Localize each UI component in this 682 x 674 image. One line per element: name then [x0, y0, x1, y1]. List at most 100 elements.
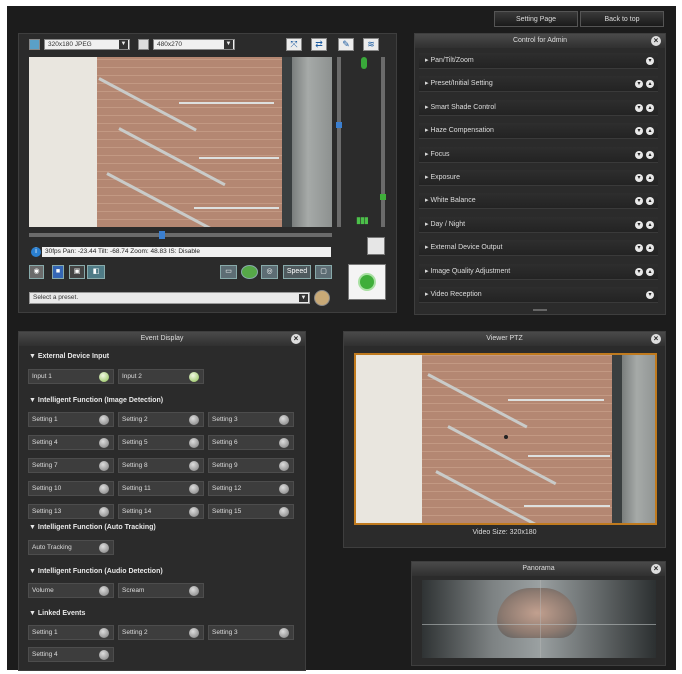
section-linked-events[interactable]: ▼ Linked Events [29, 610, 85, 617]
section-image-detection[interactable]: ▼ Intelligent Function (Image Detection) [29, 397, 163, 404]
pen-icon[interactable]: ✎ [338, 38, 354, 51]
close-icon[interactable]: × [651, 36, 661, 46]
image-detection-setting-14[interactable]: Setting 14 [118, 504, 204, 519]
size-select[interactable]: 480x270 ▼ [153, 39, 235, 50]
image-detection-setting-6[interactable]: Setting 6 [208, 435, 294, 450]
expand-icon[interactable]: ▾ [635, 127, 643, 136]
pin-icon[interactable]: ▴ [646, 103, 654, 112]
zoom-slider[interactable] [380, 57, 386, 227]
close-icon[interactable]: × [651, 334, 661, 344]
expand-icon[interactable]: ▾ [635, 174, 643, 182]
control-panel-title: Control for Admin [415, 34, 665, 48]
control-item-external-device-output[interactable]: ▸ External Device Output ▴ ▾ [419, 240, 658, 257]
external-input-2[interactable]: Input 2 [118, 369, 204, 384]
control-item-smart-shade-control[interactable]: ▸ Smart Shade Control ▴ ▾ [419, 99, 658, 116]
linked-event-setting-4[interactable]: Setting 4 [28, 647, 114, 662]
control-item-white-balance[interactable]: ▸ White Balance ▴ ▾ [419, 193, 658, 210]
swap-icon[interactable]: ⇄ [311, 38, 327, 51]
control-item-video-reception[interactable]: ▸ Video Reception ▾ [419, 287, 658, 303]
image-detection-setting-4[interactable]: Setting 4 [28, 435, 114, 450]
image-detection-setting-9[interactable]: Setting 9 [208, 458, 294, 473]
pin-icon[interactable]: ▴ [646, 244, 654, 253]
control-item-image-quality-adjustment[interactable]: ▸ Image Quality Adjustment ▴ ▾ [419, 263, 658, 280]
monitor-icon[interactable]: ▭ [220, 265, 237, 279]
zoom-in-icon[interactable] [361, 57, 367, 69]
viewer-ptz-image[interactable] [354, 353, 657, 525]
fullscreen-icon[interactable]: ⤧ [286, 38, 302, 51]
image-detection-setting-13[interactable]: Setting 13 [28, 504, 114, 519]
section-external-device-input[interactable]: ▼ External Device Input [29, 353, 109, 360]
tilt-slider[interactable] [336, 57, 342, 227]
audio-detection-volume[interactable]: Volume [28, 583, 114, 598]
close-icon[interactable]: × [651, 564, 661, 574]
screen-icon[interactable]: ▢ [315, 265, 332, 279]
layout-icon[interactable]: ◧ [87, 265, 105, 279]
image-icon [29, 39, 40, 50]
preset-go-icon[interactable] [314, 290, 330, 306]
person-icon[interactable] [367, 237, 385, 255]
section-auto-tracking[interactable]: ▼ Intelligent Function (Auto Tracking) [29, 524, 156, 531]
resize-grip[interactable] [533, 309, 547, 311]
pin-icon[interactable]: ▴ [646, 127, 654, 136]
linked-event-setting-3[interactable]: Setting 3 [208, 625, 294, 640]
home-position-icon[interactable] [348, 264, 386, 300]
image-detection-setting-11[interactable]: Setting 11 [118, 481, 204, 496]
horizontal-slider[interactable] [29, 231, 332, 239]
speed-button[interactable]: Speed [283, 265, 311, 279]
panorama-image[interactable] [422, 580, 656, 658]
resolution-select[interactable]: 320x180 JPEG ▼ [44, 39, 130, 50]
linked-event-setting-2[interactable]: Setting 2 [118, 625, 204, 640]
record-icon[interactable]: ▣ [69, 265, 85, 279]
external-input-1[interactable]: Input 1 [28, 369, 114, 384]
control-item-label: ▸ Smart Shade Control [425, 103, 496, 111]
control-item-day-night[interactable]: ▸ Day / Night ▴ ▾ [419, 216, 658, 233]
back-to-top-button[interactable]: Back to top [580, 11, 664, 27]
pin-icon[interactable]: ▴ [646, 267, 654, 276]
slider-handle[interactable] [159, 231, 165, 239]
image-detection-setting-1[interactable]: Setting 1 [28, 412, 114, 427]
layers-icon[interactable]: ≋ [363, 38, 379, 51]
expand-icon[interactable]: ▾ [635, 267, 643, 276]
image-detection-setting-5[interactable]: Setting 5 [118, 435, 204, 450]
pin-icon[interactable]: ▴ [646, 80, 654, 89]
auto-tracking-button[interactable]: Auto Tracking [28, 540, 114, 555]
expand-icon[interactable]: ▾ [635, 103, 643, 112]
image-detection-setting-3[interactable]: Setting 3 [208, 412, 294, 427]
pin-icon[interactable]: ▾ [646, 57, 654, 65]
control-item-exposure[interactable]: ▸ Exposure ▴ ▾ [419, 170, 658, 186]
lock-icon[interactable]: ■ [52, 265, 64, 279]
expand-icon[interactable]: ▾ [635, 244, 643, 253]
image-detection-setting-10[interactable]: Setting 10 [28, 481, 114, 496]
pin-icon[interactable]: ▴ [646, 174, 654, 182]
collapse-icon[interactable]: ▾ [646, 291, 654, 299]
camera-icon[interactable]: ◎ [261, 265, 278, 279]
expand-icon[interactable]: ▾ [635, 80, 643, 89]
expand-icon[interactable]: ▾ [635, 150, 643, 159]
control-item-focus[interactable]: ▸ Focus ▴ ▾ [419, 146, 658, 163]
image-detection-setting-12[interactable]: Setting 12 [208, 481, 294, 496]
image-detection-setting-15[interactable]: Setting 15 [208, 504, 294, 519]
preset-select[interactable]: Select a preset. ▼ [29, 292, 310, 304]
audio-detection-scream[interactable]: Scream [118, 583, 204, 598]
setting-page-button[interactable]: Setting Page [494, 11, 578, 27]
live-camera-image[interactable] [29, 57, 332, 227]
image-detection-setting-2[interactable]: Setting 2 [118, 412, 204, 427]
pin-icon[interactable]: ▴ [646, 220, 654, 229]
pin-icon[interactable]: ▴ [646, 197, 654, 206]
section-audio-detection[interactable]: ▼ Intelligent Function (Audio Detection) [29, 568, 163, 575]
expand-icon[interactable]: ▾ [635, 197, 643, 206]
speed-icon[interactable]: ▮▮▮ [356, 215, 376, 225]
control-item-preset-initial-setting[interactable]: ▸ Preset/Initial Setting ▴ ▾ [419, 76, 658, 93]
pin-icon[interactable]: ▴ [646, 150, 654, 159]
status-indicator-icon [99, 543, 109, 553]
linked-event-setting-1[interactable]: Setting 1 [28, 625, 114, 640]
event-label: Scream [122, 587, 145, 594]
control-item-haze-compensation[interactable]: ▸ Haze Compensation ▴ ▾ [419, 123, 658, 140]
image-detection-setting-8[interactable]: Setting 8 [118, 458, 204, 473]
expand-icon[interactable]: ▾ [635, 220, 643, 229]
close-icon[interactable]: × [291, 334, 301, 344]
control-item-pan-tilt-zoom[interactable]: ▸ Pan/Tilt/Zoom ▾ [419, 53, 658, 69]
snapshot-icon[interactable]: ◉ [29, 265, 44, 279]
audio-icon[interactable] [241, 265, 258, 279]
image-detection-setting-7[interactable]: Setting 7 [28, 458, 114, 473]
